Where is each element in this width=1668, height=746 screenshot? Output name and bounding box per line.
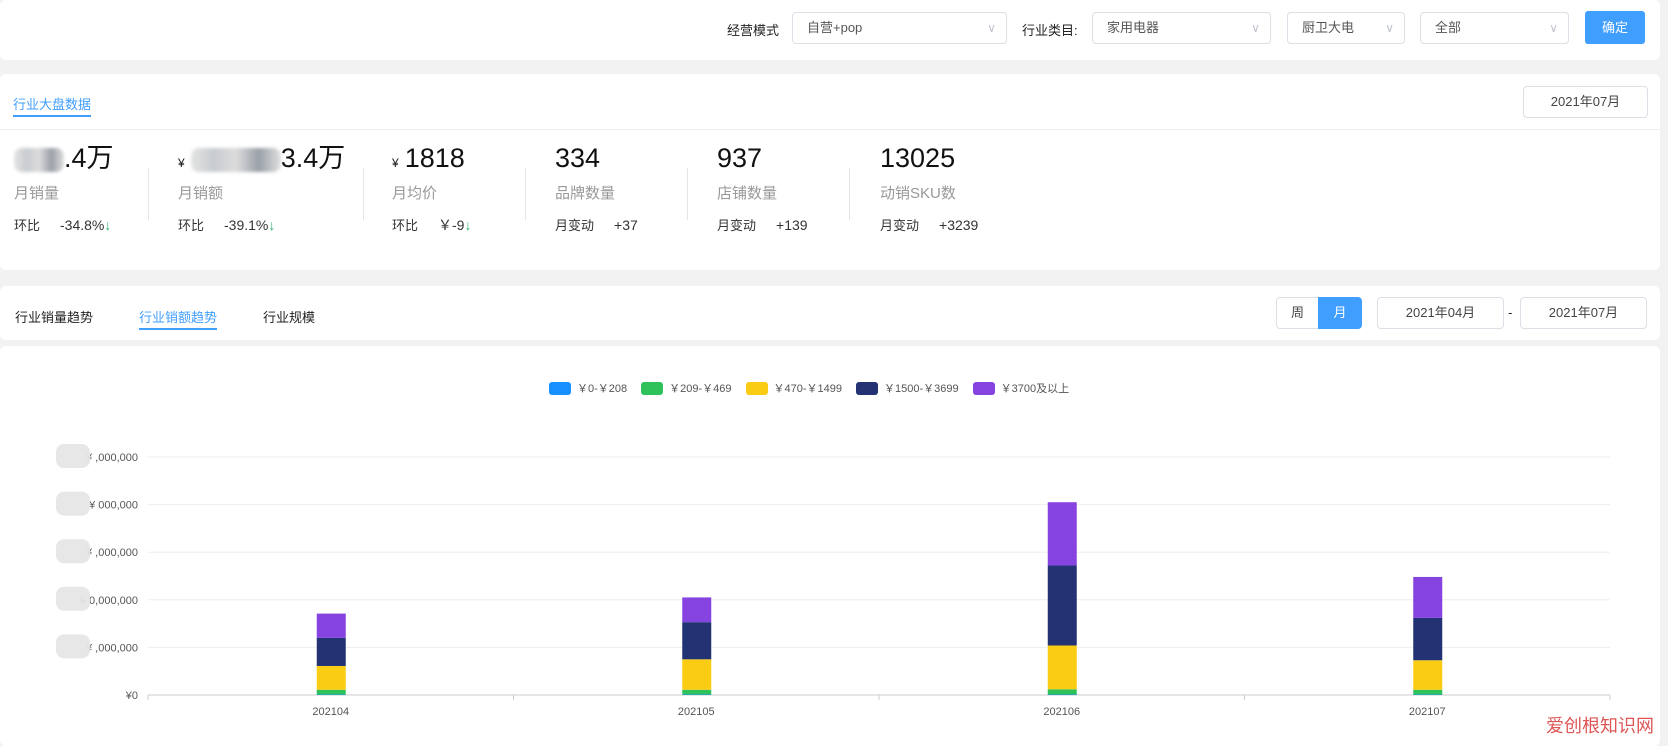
y-tick-label: ¥ 000,000 — [88, 500, 138, 512]
bar-segment — [682, 659, 711, 689]
masked-tick-value — [56, 492, 90, 516]
bar-segment — [1048, 645, 1077, 689]
x-tick-label: 202107 — [1409, 706, 1446, 718]
bar-segment — [682, 597, 711, 622]
bar-segment — [1413, 618, 1442, 660]
bar-segment — [1413, 577, 1442, 618]
bar-segment — [1048, 689, 1077, 694]
bar-segment — [317, 614, 346, 638]
bar-segment — [1048, 566, 1077, 646]
watermark: 爱创根知识网 — [1546, 712, 1654, 738]
masked-tick-value — [56, 444, 90, 468]
stacked-bar-chart: ¥0¥ ,000,000¥ 0,000,000¥ ,000,000¥ 000,0… — [0, 0, 1668, 742]
bar-segment — [317, 638, 346, 666]
bar-segment — [317, 690, 346, 695]
masked-tick-value — [56, 539, 90, 563]
bar-segment — [682, 690, 711, 695]
y-tick-label: ¥0 — [125, 690, 138, 702]
bar-segment — [1413, 660, 1442, 690]
x-tick-label: 202106 — [1043, 706, 1080, 718]
x-tick-label: 202105 — [678, 706, 715, 718]
bar-segment — [1048, 502, 1077, 565]
x-tick-label: 202104 — [312, 706, 349, 718]
y-tick-label: ¥ ,000,000 — [85, 642, 138, 654]
masked-tick-value — [56, 634, 90, 658]
y-tick-label: ¥ ,000,000 — [85, 452, 138, 464]
bar-segment — [317, 666, 346, 690]
bar-segment — [1413, 690, 1442, 695]
y-tick-label: ¥ ,000,000 — [85, 547, 138, 559]
masked-tick-value — [56, 587, 90, 611]
bar-segment — [682, 622, 711, 659]
